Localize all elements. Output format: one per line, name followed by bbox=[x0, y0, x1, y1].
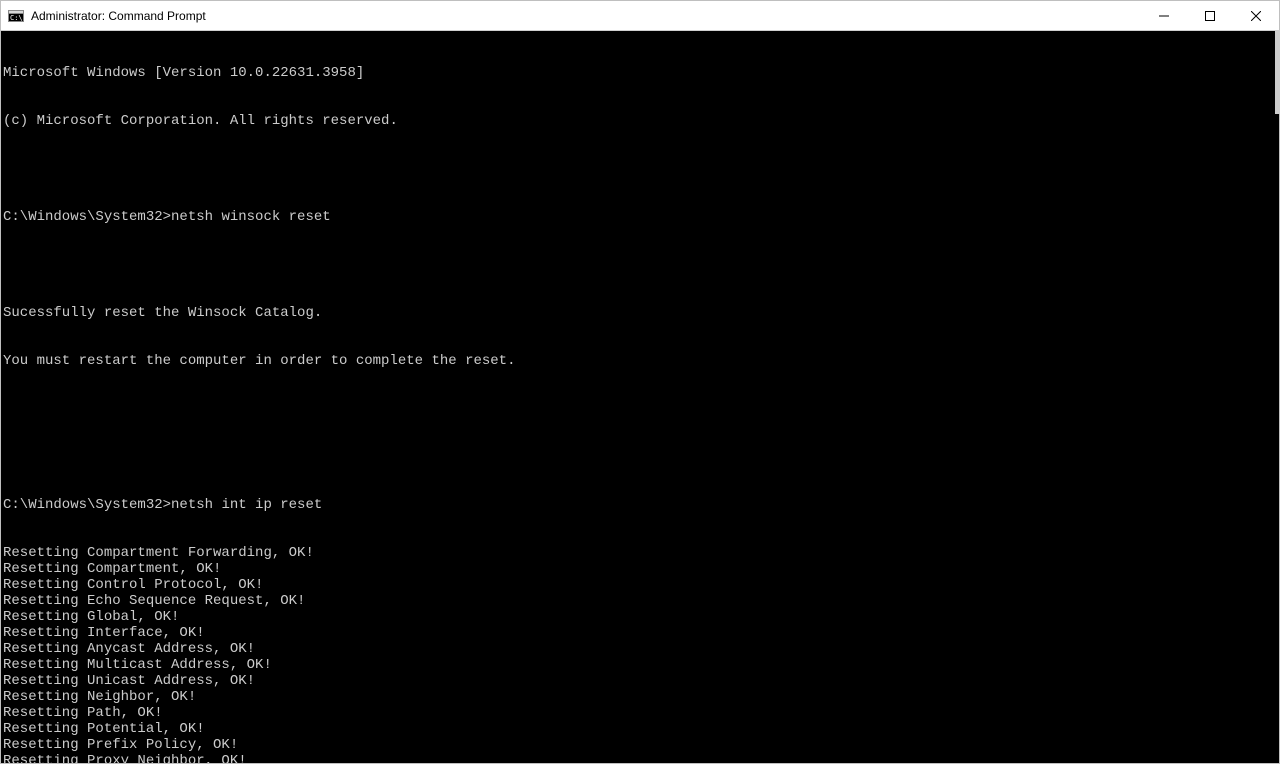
svg-text:C:\: C:\ bbox=[10, 14, 23, 22]
minimize-button[interactable] bbox=[1141, 1, 1187, 31]
terminal-blank bbox=[3, 449, 1279, 465]
maximize-button[interactable] bbox=[1187, 1, 1233, 31]
terminal-line: Resetting Interface, OK! bbox=[3, 625, 1279, 641]
terminal-blank bbox=[3, 257, 1279, 273]
terminal-line: Resetting Potential, OK! bbox=[3, 721, 1279, 737]
terminal-prompt-line: C:\Windows\System32>netsh int ip reset bbox=[3, 497, 1279, 513]
terminal-line: Resetting Proxy Neighbor, OK! bbox=[3, 753, 1279, 763]
prompt-command: netsh winsock reset bbox=[171, 209, 331, 225]
terminal-line: Resetting Anycast Address, OK! bbox=[3, 641, 1279, 657]
prompt-path: C:\Windows\System32> bbox=[3, 497, 171, 513]
terminal-line: Resetting Unicast Address, OK! bbox=[3, 673, 1279, 689]
terminal-line: Resetting Global, OK! bbox=[3, 609, 1279, 625]
terminal-line: Resetting Compartment, OK! bbox=[3, 561, 1279, 577]
terminal-area[interactable]: Microsoft Windows [Version 10.0.22631.39… bbox=[1, 31, 1279, 763]
prompt-path: C:\Windows\System32> bbox=[3, 209, 171, 225]
scrollbar-thumb[interactable] bbox=[1275, 30, 1280, 114]
terminal-output-block: Resetting Compartment Forwarding, OK!Res… bbox=[3, 545, 1279, 763]
terminal-line: Resetting Multicast Address, OK! bbox=[3, 657, 1279, 673]
cmd-app-icon: C:\ bbox=[8, 8, 24, 24]
terminal-line: Resetting Path, OK! bbox=[3, 705, 1279, 721]
terminal-blank bbox=[3, 161, 1279, 177]
terminal-line: Resetting Compartment Forwarding, OK! bbox=[3, 545, 1279, 561]
terminal-prompt-line: C:\Windows\System32>netsh winsock reset bbox=[3, 209, 1279, 225]
cmd-window: C:\ Administrator: Command Prompt Micros… bbox=[0, 0, 1280, 764]
terminal-line: (c) Microsoft Corporation. All rights re… bbox=[3, 113, 1279, 129]
terminal-line: Resetting Control Protocol, OK! bbox=[3, 577, 1279, 593]
terminal-line: Resetting Neighbor, OK! bbox=[3, 689, 1279, 705]
terminal-blank bbox=[3, 401, 1279, 417]
titlebar[interactable]: C:\ Administrator: Command Prompt bbox=[1, 1, 1279, 31]
terminal-line: Resetting Prefix Policy, OK! bbox=[3, 737, 1279, 753]
prompt-command: netsh int ip reset bbox=[171, 497, 322, 513]
terminal-line: Microsoft Windows [Version 10.0.22631.39… bbox=[3, 65, 1279, 81]
window-title: Administrator: Command Prompt bbox=[31, 9, 206, 23]
close-button[interactable] bbox=[1233, 1, 1279, 31]
terminal-line: You must restart the computer in order t… bbox=[3, 353, 1279, 369]
terminal-line: Sucessfully reset the Winsock Catalog. bbox=[3, 305, 1279, 321]
terminal-line: Resetting Echo Sequence Request, OK! bbox=[3, 593, 1279, 609]
